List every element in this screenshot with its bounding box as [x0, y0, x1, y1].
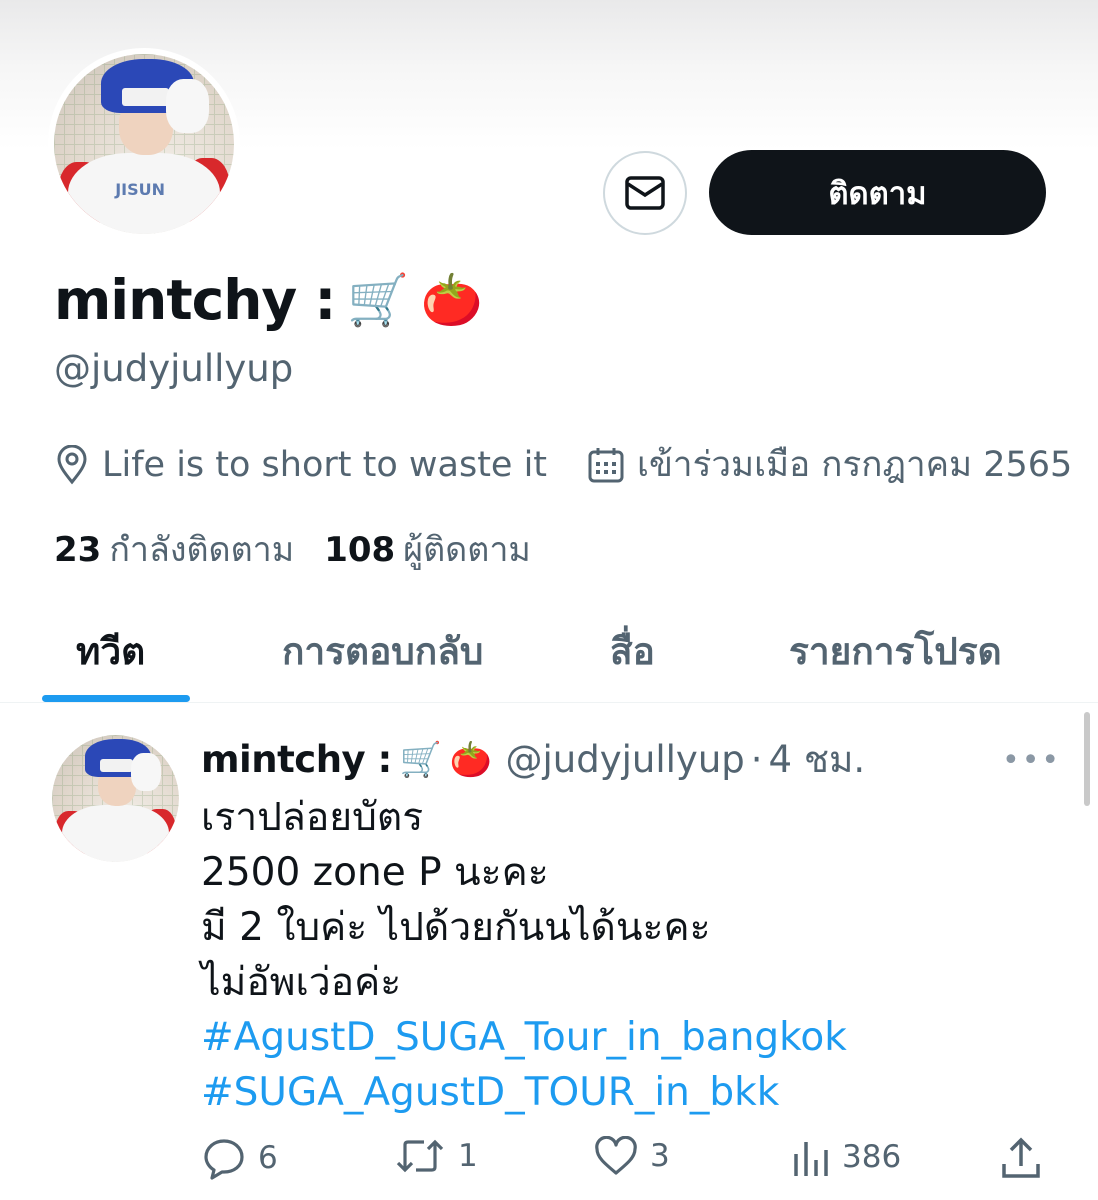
profile-joined-date: เข้าร่วมเมือ กรกฎาคม 2565: [637, 445, 1073, 485]
views-count: 386: [842, 1139, 902, 1175]
tomato-emoji: 🍅: [449, 739, 492, 780]
views-button[interactable]: 386: [792, 1136, 901, 1178]
tab-media[interactable]: สื่อ: [610, 622, 655, 681]
shopping-cart-emoji: 🛒: [399, 739, 442, 780]
retweet-button[interactable]: 1: [394, 1136, 478, 1176]
profile-location: Life is to short to waste it: [102, 444, 548, 485]
views-icon: [794, 1142, 828, 1176]
followers-link[interactable]: 108 ผู้ติดตาม: [324, 522, 531, 576]
following-link[interactable]: 23 กำลังติดตาม: [54, 522, 294, 576]
tweet-avatar[interactable]: [52, 735, 179, 862]
location-pin-icon: [57, 444, 87, 484]
retweet-icon: [396, 1139, 444, 1173]
hashtag-link[interactable]: #AgustD_SUGA_Tour_in_bangkok: [201, 1010, 847, 1065]
message-button[interactable]: [603, 151, 687, 235]
like-count: 3: [650, 1138, 670, 1174]
profile-meta: Life is to short to waste it เข้าร่วมเมื…: [54, 437, 1072, 492]
reply-icon: [204, 1139, 244, 1180]
scrollbar[interactable]: [1084, 712, 1090, 806]
follow-button[interactable]: ติดตาม: [709, 150, 1046, 235]
heart-icon: [595, 1136, 637, 1175]
tweet-timestamp[interactable]: 4 ชม.: [769, 730, 866, 789]
tweet-line: 2500 zone P นะคะ: [201, 850, 549, 895]
retweet-count: 1: [458, 1138, 478, 1174]
reply-button[interactable]: 6: [202, 1136, 278, 1180]
tweet-text: เราปล่อยบัตร 2500 zone P นะคะ มี 2 ใบค่ะ…: [201, 790, 847, 1120]
profile-handle: @judyjullyup: [54, 347, 294, 390]
tomato-emoji: 🍅: [420, 270, 483, 329]
tab-tweets[interactable]: ทวีต: [76, 622, 145, 681]
tweet-line: มี 2 ใบค่ะ ไปด้วยกันนได้นะคะ: [201, 905, 711, 950]
tweet-author-name[interactable]: mintchy : 🛒 🍅: [201, 738, 492, 781]
tab-replies[interactable]: การตอบกลับ: [282, 622, 483, 681]
tweet-line: ไม่อัพเว่อค่ะ: [201, 960, 402, 1005]
share-icon: [1002, 1137, 1040, 1178]
profile-avatar[interactable]: JISUN: [48, 48, 240, 240]
reply-count: 6: [258, 1140, 278, 1176]
tab-likes[interactable]: รายการโปรด: [789, 622, 1002, 681]
profile-tabs: ทวีต การตอบกลับ สื่อ รายการโปรด: [0, 600, 1098, 703]
active-tab-indicator: [42, 695, 190, 702]
follow-counts: 23 กำลังติดตาม 108 ผู้ติดตาม: [54, 522, 531, 576]
like-button[interactable]: 3: [594, 1136, 670, 1176]
display-name: mintchy : 🛒 🍅: [54, 268, 483, 332]
tweet-header: mintchy : 🛒 🍅 @judyjullyup · 4 ชม.: [201, 730, 865, 789]
envelope-icon: [625, 176, 665, 210]
shopping-cart-emoji: 🛒: [347, 270, 409, 329]
tweet-actions: 6 1 3 386: [0, 1136, 1098, 1188]
tweet-line: เราปล่อยบัตร: [201, 795, 424, 840]
tweet-author-handle[interactable]: @judyjullyup: [506, 738, 745, 781]
more-options-icon[interactable]: •••: [1002, 743, 1061, 778]
display-name-text: mintchy :: [54, 268, 336, 332]
separator-dot: ·: [750, 738, 763, 781]
calendar-icon: [588, 447, 624, 482]
hashtag-link[interactable]: #SUGA_AgustD_TOUR_in_bkk: [201, 1065, 847, 1120]
share-button[interactable]: [1000, 1136, 1042, 1180]
